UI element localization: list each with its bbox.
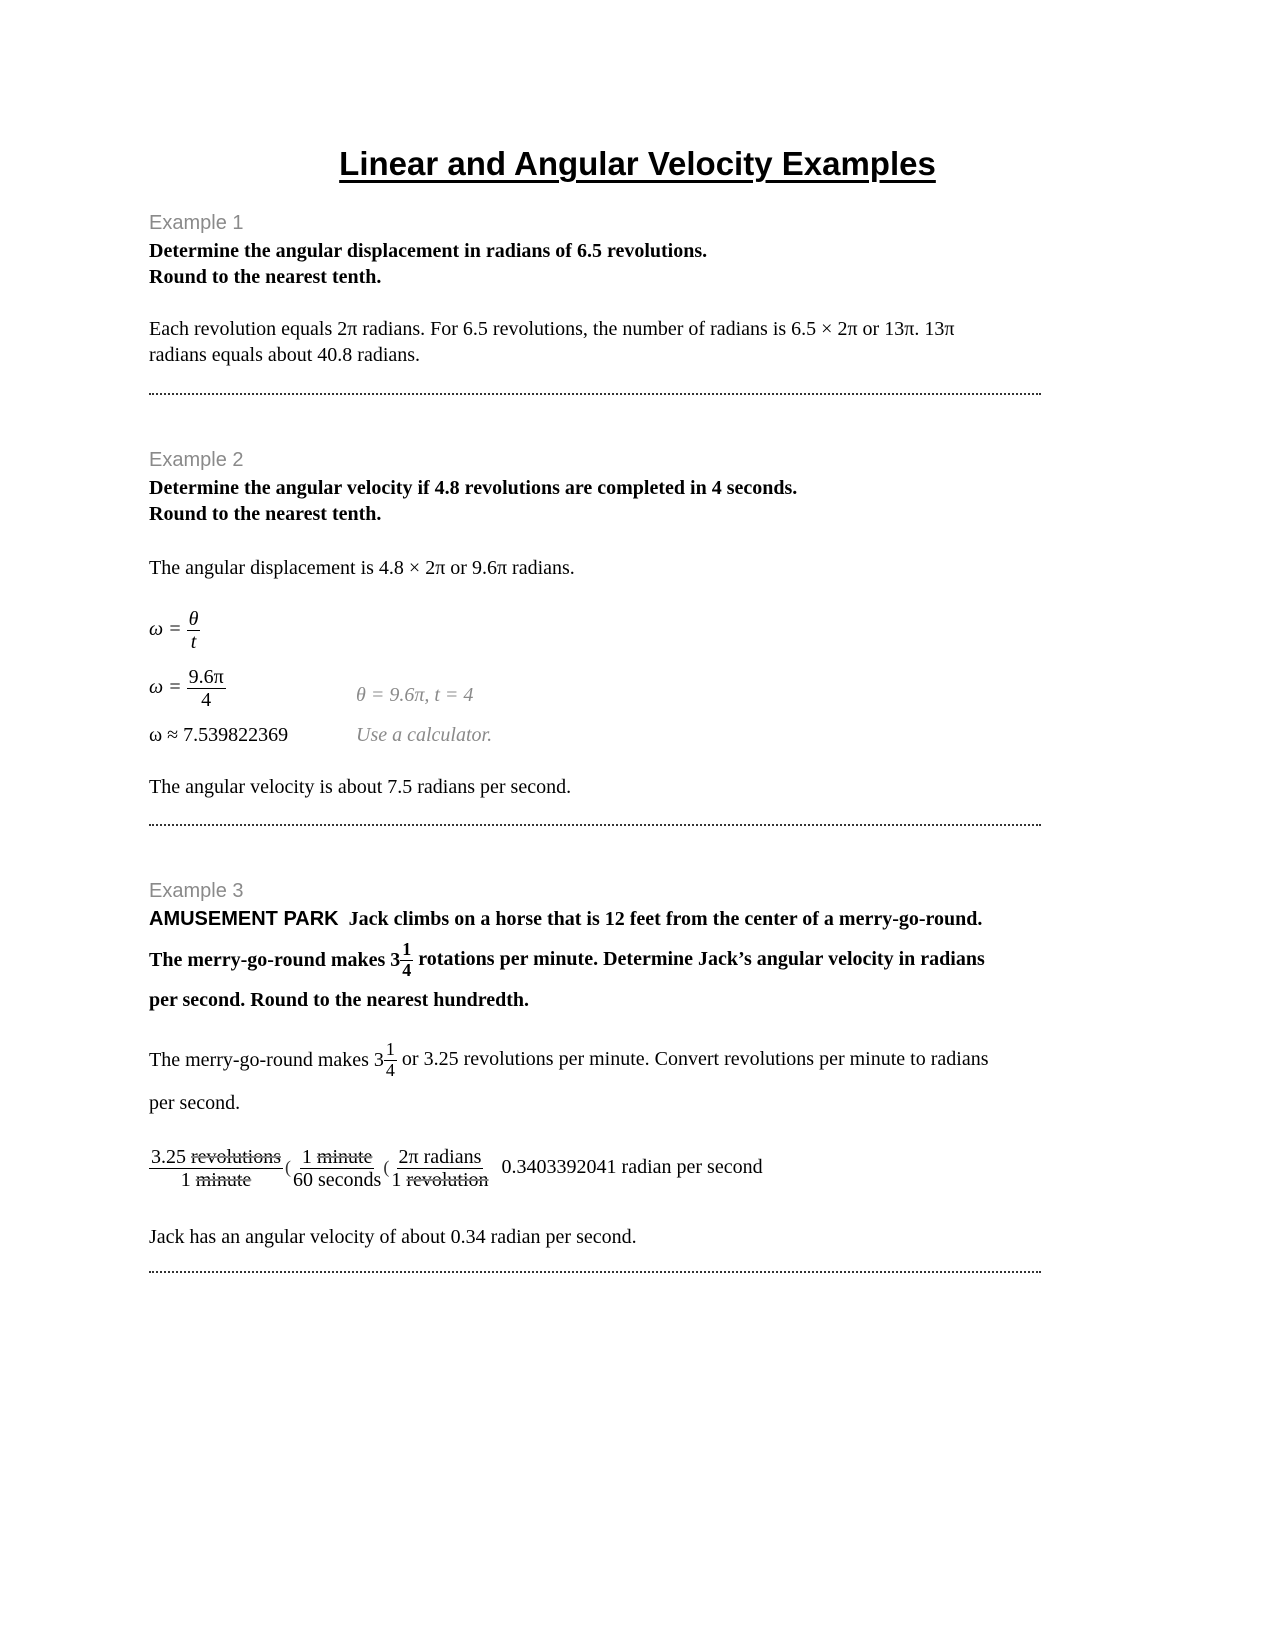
section-divider: [149, 393, 1041, 395]
example-1-problem-line1: Determine the angular displacement in ra…: [149, 240, 708, 262]
example-3-problem-line2: The merry-go-round makes 314 rotations p…: [149, 939, 985, 981]
paren-icon: (: [285, 1157, 291, 1178]
conversion-fraction-1: 3.25 revolutions 1 minute: [149, 1146, 283, 1191]
section-divider: [149, 1271, 1041, 1273]
eq2-note: θ = 9.6π, t = 4: [356, 684, 474, 706]
example-3-problem-line3: per second. Round to the nearest hundred…: [149, 989, 530, 1011]
eq1-num: θ: [186, 608, 201, 631]
example-3-conclusion: Jack has an angular velocity of about 0.…: [149, 1226, 637, 1248]
example-2-label: Example 2: [149, 449, 244, 471]
example-2-problem-line1: Determine the angular velocity if 4.8 re…: [149, 477, 798, 499]
fraction-num: 1: [383, 1039, 397, 1061]
example-3-solution-line1: The merry-go-round makes 314 or 3.25 rev…: [149, 1039, 989, 1081]
example-1-label: Example 1: [149, 212, 244, 234]
solution-text-b: or 3.25 revolutions per minute. Convert …: [401, 1047, 989, 1070]
example-3-problem-line1: AMUSEMENT PARK Jack climbs on a horse th…: [149, 906, 982, 932]
example-1-problem-line2: Round to the nearest tenth.: [149, 266, 382, 288]
conversion-result: 0.3403392041 radian per second: [501, 1156, 763, 1179]
example-2-problem-line2: Round to the nearest tenth.: [149, 503, 382, 525]
example-3-label: Example 3: [149, 880, 244, 902]
cancelled-unit: minute: [316, 1146, 373, 1168]
unit-conversion: 3.25 revolutions 1 minute ( 1 minute 60 …: [149, 1146, 763, 1191]
fraction-num: 1: [400, 939, 414, 961]
cancelled-unit: minute: [195, 1169, 252, 1191]
cancelled-unit: revolutions: [191, 1146, 281, 1168]
eq3-result: ω ≈ 7.539822369: [149, 724, 289, 746]
page-title: Linear and Angular Velocity Examples: [339, 145, 936, 182]
example-3-solution-line2: per second.: [149, 1092, 241, 1114]
equation-omega-substituted: ω = 9.6π 4: [149, 666, 226, 711]
conversion-fraction-2: 1 minute 60 seconds: [293, 1146, 381, 1191]
fraction-den: 4: [385, 1059, 395, 1080]
problem-text: Jack climbs on a horse that is 12 feet f…: [348, 908, 983, 930]
example-2-conclusion: The angular velocity is about 7.5 radian…: [149, 776, 572, 798]
cancelled-unit: revolution: [406, 1169, 489, 1191]
eq2-num: 9.6π: [186, 666, 226, 689]
example-1-solution-line1: Each revolution equals 2π radians. For 6…: [149, 318, 955, 340]
paren-icon: (: [383, 1157, 390, 1178]
value: 1: [301, 1146, 317, 1168]
eq3-note: Use a calculator.: [356, 724, 493, 746]
example-2-solution-line1: The angular displacement is 4.8 × 2π or …: [149, 557, 575, 579]
equation-omega-theta-over-t: ω = θt: [149, 608, 201, 653]
problem-text-b: rotations per minute. Determine Jack’s a…: [418, 947, 985, 970]
eq1-den: t: [190, 631, 197, 653]
example-1-solution-line2: radians equals about 40.8 radians.: [149, 344, 421, 366]
section-divider: [149, 824, 1041, 826]
fraction-den: 4: [402, 959, 412, 980]
eq2-lhs: ω =: [149, 676, 182, 699]
value: 1: [391, 1169, 407, 1191]
solution-text-a: The merry-go-round makes 3: [149, 1048, 384, 1071]
problem-text-a: The merry-go-round makes 3: [149, 949, 401, 972]
eq2-den: 4: [201, 689, 212, 711]
topic-label: AMUSEMENT PARK: [149, 908, 339, 930]
value: 3.25: [151, 1146, 191, 1168]
numerator: 2π radians: [396, 1146, 484, 1169]
denominator: 60 seconds: [293, 1169, 382, 1191]
eq1-lhs: ω =: [149, 618, 182, 641]
value: 1: [180, 1169, 196, 1191]
conversion-fraction-3: 2π radians 1 revolution: [391, 1146, 488, 1191]
